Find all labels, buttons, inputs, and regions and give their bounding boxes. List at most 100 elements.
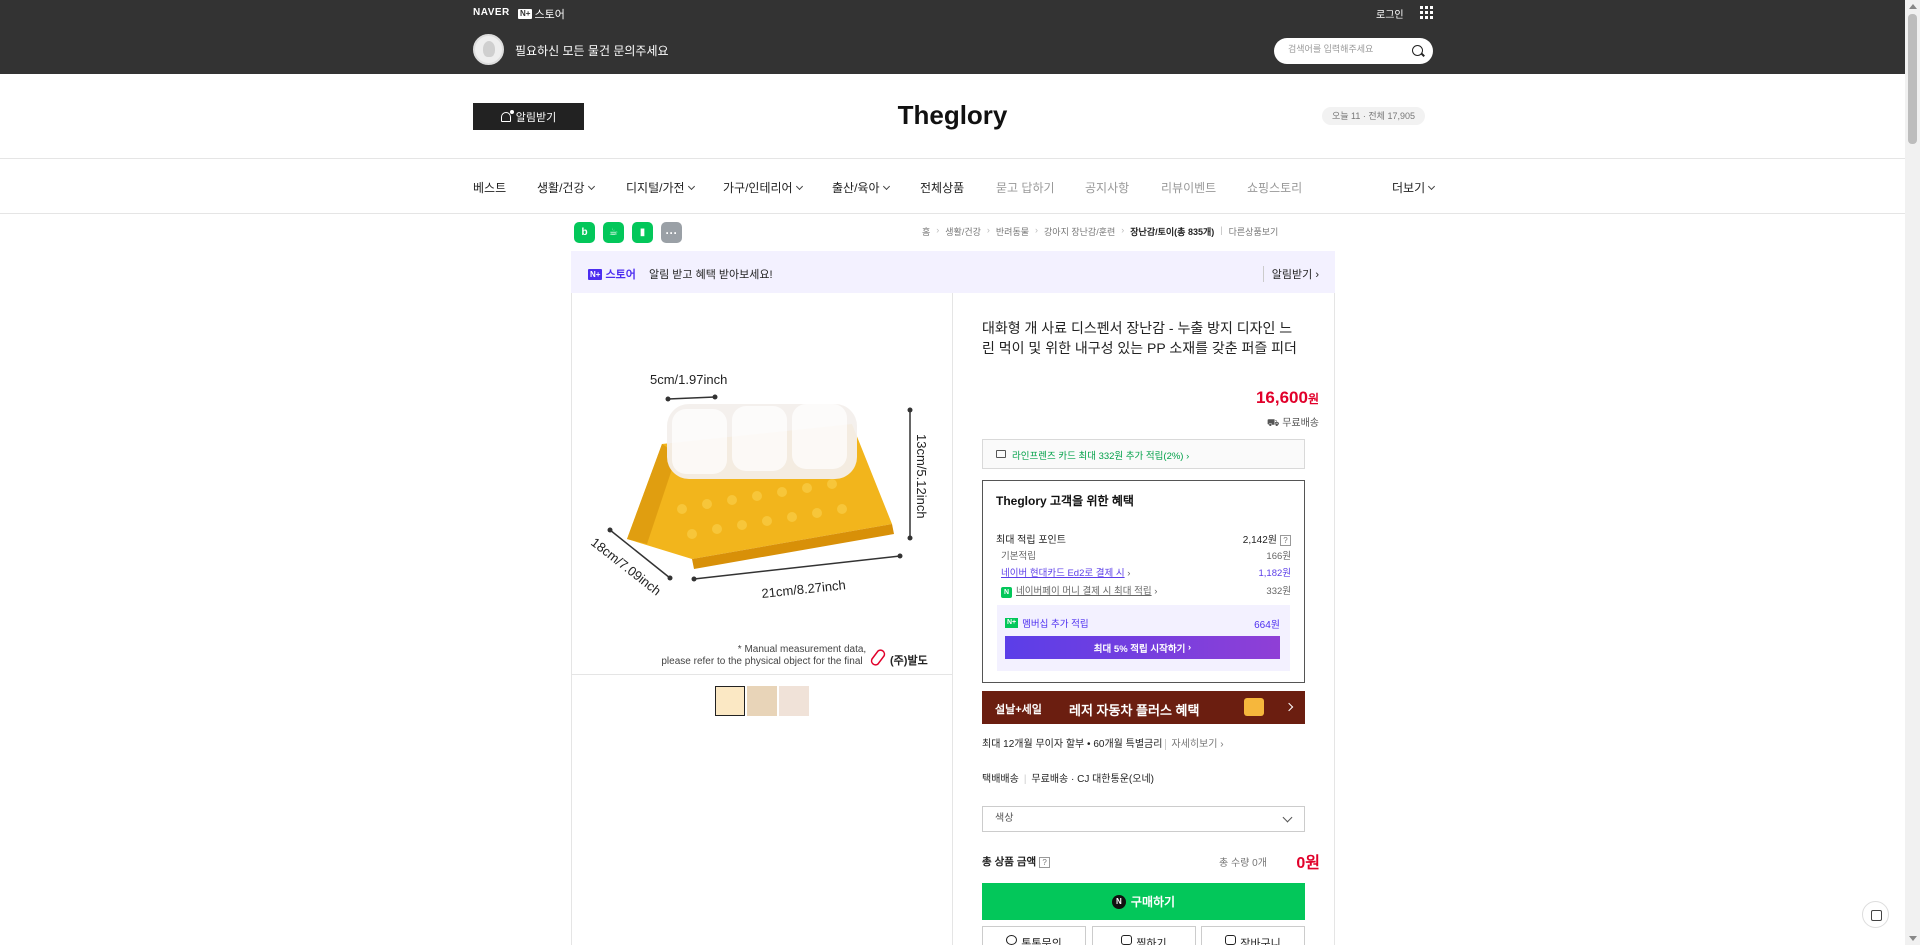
nav-item-notice[interactable]: 공지사항 bbox=[1085, 179, 1129, 196]
image-note-1: * Manual measurement data, bbox=[738, 644, 866, 655]
product-photo: 5cm/1.97inch 13cm/5.12inch 18cm/7.09inch… bbox=[588, 372, 929, 667]
store-avatar[interactable] bbox=[473, 34, 504, 65]
thumbnail-2[interactable] bbox=[747, 686, 777, 716]
breadcrumb-current[interactable]: 장난감/토이(총 835개) bbox=[1130, 225, 1214, 238]
nav-item-shopping-story[interactable]: 쇼핑스토리 bbox=[1247, 179, 1302, 196]
chat-icon bbox=[1006, 935, 1018, 945]
product-main-image[interactable]: 5cm/1.97inch 13cm/5.12inch 18cm/7.09inch… bbox=[572, 294, 952, 674]
installment-info: 최대 12개월 무이자 할부 • 60개월 특별금리 자세히보기 › bbox=[982, 739, 1224, 750]
chevron-down-icon bbox=[882, 182, 890, 191]
page-scrollbar[interactable] bbox=[1905, 0, 1920, 945]
scroll-down-icon[interactable] bbox=[1909, 936, 1917, 941]
thumbnail-1[interactable] bbox=[715, 686, 745, 716]
store-header: 알림받기 Theglory 오늘 11 · 전체 17,905 bbox=[0, 74, 1905, 159]
breadcrumb-home[interactable]: 홈 bbox=[922, 225, 930, 238]
product-price: 16,600원 bbox=[1255, 388, 1319, 407]
image-watermark: (주)발도 bbox=[890, 653, 928, 667]
chevron-right-icon bbox=[1284, 702, 1294, 712]
store-name[interactable]: Theglory bbox=[0, 100, 1905, 131]
nav-more[interactable]: 더보기 bbox=[1392, 179, 1436, 196]
chevron-down-icon bbox=[795, 182, 803, 191]
chevron-down-icon bbox=[1428, 182, 1436, 191]
product-title: 대화형 개 사료 디스펜서 장난감 - 누출 방지 디자인 느린 먹이 및 위한… bbox=[982, 320, 1297, 356]
promo-notify-link[interactable]: 알림받기 › bbox=[1262, 266, 1319, 282]
nav-item-qna[interactable]: 묻고 답하기 bbox=[996, 179, 1055, 196]
blog-icon[interactable]: b bbox=[574, 222, 595, 243]
npay-icon: N bbox=[1111, 894, 1126, 909]
color-option-select[interactable]: 색상 bbox=[982, 806, 1305, 832]
store-greeting: 필요하신 모든 물건 문의주세요 bbox=[515, 44, 669, 58]
sale-banner[interactable]: 설날+세일 레저 자동차 플러스 혜택 bbox=[982, 691, 1305, 724]
store-label: 스토어 bbox=[534, 9, 565, 21]
card-icon bbox=[996, 450, 1006, 458]
shipping-info: ⛟ 무료배송 bbox=[1266, 418, 1319, 429]
chevron-down-icon bbox=[687, 182, 695, 191]
nav-item-furniture[interactable]: 가구/인테리어 bbox=[723, 179, 803, 196]
login-link[interactable]: 로그인 bbox=[1376, 6, 1404, 21]
naverpay-row[interactable]: N 네이버페이 머니 결제 시 최대 적립 › 332원 bbox=[1001, 583, 1291, 598]
scroll-thumb[interactable] bbox=[1908, 14, 1917, 144]
naver-store-logo[interactable]: N+ 스토어 bbox=[518, 6, 565, 22]
breadcrumb-other-products[interactable]: 다른상품보기 bbox=[1229, 225, 1279, 238]
category-nav: 베스트 생활/건강 디지털/가전 가구/인테리어 출산/육아 전체상품 묻고 답… bbox=[0, 160, 1905, 214]
membership-value: 664원 bbox=[1254, 620, 1280, 631]
dim-height: 13cm/5.12inch bbox=[914, 434, 929, 519]
breadcrumb-pets[interactable]: 반려동물 bbox=[996, 225, 1029, 238]
heart-icon bbox=[1121, 935, 1133, 945]
breadcrumb-dog-toys[interactable]: 강아지 장난감/훈련 bbox=[1044, 225, 1115, 238]
wish-button[interactable]: 찜하기 bbox=[1092, 926, 1196, 945]
thumbnail-list bbox=[715, 686, 809, 716]
total-amount: 0원 bbox=[1296, 855, 1320, 872]
share-float-icon[interactable] bbox=[1862, 901, 1889, 928]
card-offer[interactable]: 라인프렌즈 카드 최대 332원 추가 적립(2%) › bbox=[982, 439, 1305, 469]
thumbnail-3[interactable] bbox=[779, 686, 809, 716]
more-icon[interactable]: ··· bbox=[661, 222, 682, 243]
store-promo-bar: N+ 스토어 알림 받고 혜택 받아보세요! 알림받기 › bbox=[571, 251, 1335, 293]
cart-icon bbox=[1225, 935, 1237, 945]
nav-item-best[interactable]: 베스트 bbox=[473, 179, 506, 196]
search-icon[interactable] bbox=[1412, 45, 1423, 56]
delivery-info: 택배배송 | 무료배송 · CJ 대한통운(오네) bbox=[982, 774, 1154, 785]
buy-button[interactable]: N 구매하기 bbox=[982, 883, 1305, 920]
bookmark-icon[interactable]: ▮ bbox=[632, 222, 653, 243]
gift-icon bbox=[1244, 698, 1264, 716]
nav-item-all-products[interactable]: 전체상품 bbox=[920, 179, 964, 196]
card-offer-text: 라인프렌즈 카드 최대 332원 추가 적립(2%) › bbox=[1012, 451, 1190, 462]
nplus-store-logo: N+ 스토어 bbox=[588, 268, 636, 281]
share-icons: b ☕ ▮ ··· bbox=[574, 222, 682, 243]
search-input[interactable] bbox=[1288, 44, 1408, 54]
naverpay-icon: N bbox=[1001, 587, 1012, 598]
nav-item-digital[interactable]: 디지털/가전 bbox=[626, 179, 695, 196]
benefit-title: Theglory 고객을 위한 혜택 bbox=[996, 494, 1134, 508]
help-icon[interactable]: ? bbox=[1039, 857, 1051, 868]
chevron-down-icon bbox=[587, 182, 595, 191]
cart-button[interactable]: 장바구니 bbox=[1201, 926, 1305, 945]
banner-sale: 설날+세일 bbox=[995, 704, 1042, 716]
store-badge: N+ bbox=[518, 9, 533, 19]
apps-grid-icon[interactable] bbox=[1420, 6, 1433, 19]
talk-icon[interactable]: ☕ bbox=[603, 222, 624, 243]
help-icon[interactable]: ? bbox=[1280, 535, 1291, 546]
nav-item-living-health[interactable]: 생활/건강 bbox=[537, 179, 595, 196]
breadcrumb-living[interactable]: 생활/건강 bbox=[945, 225, 981, 238]
scroll-up-icon[interactable] bbox=[1909, 4, 1917, 9]
installment-more-link[interactable]: 자세히보기 › bbox=[1165, 739, 1224, 750]
banner-text: 레저 자동차 플러스 혜택 bbox=[1069, 703, 1200, 718]
image-note-2: please refer to the physical object for … bbox=[661, 656, 862, 667]
dim-width: 21cm/8.27inch bbox=[761, 577, 847, 601]
hyundai-card-row[interactable]: 네이버 현대카드 Ed2로 결제 시 › 1,182원 bbox=[1001, 565, 1291, 579]
basic-points-row: 기본적립 166원 bbox=[1001, 551, 1291, 562]
nav-item-baby[interactable]: 출산/육아 bbox=[832, 179, 890, 196]
naver-logo[interactable]: NAVER bbox=[473, 7, 510, 18]
nav-item-review-event[interactable]: 리뷰이벤트 bbox=[1161, 179, 1216, 196]
search-box bbox=[1274, 38, 1433, 64]
chevron-down-icon bbox=[1282, 812, 1293, 823]
benefit-box: Theglory 고객을 위한 혜택 최대 적립 포인트 2,142원? 기본적… bbox=[982, 480, 1305, 683]
breadcrumb: 홈 › 생활/건강 › 반려동물 › 강아지 장난감/훈련 › 장난감/토이(총 835… bbox=[922, 225, 1279, 238]
promo-message: 알림 받고 혜택 받아보세요! bbox=[649, 269, 773, 281]
membership-start-button[interactable]: 최대 5% 적립 시작하기 › bbox=[1005, 636, 1280, 659]
talk-inquiry-button[interactable]: 톡톡문의 bbox=[982, 926, 1086, 945]
membership-box: N+ 멤버십 추가 적립 664원 최대 5% 적립 시작하기 › bbox=[997, 605, 1290, 671]
global-top-bar: NAVER N+ 스토어 로그인 필요하신 모든 물건 문의주세요 bbox=[0, 0, 1905, 74]
total-label: 총 상품 금액 ? bbox=[982, 854, 1051, 869]
